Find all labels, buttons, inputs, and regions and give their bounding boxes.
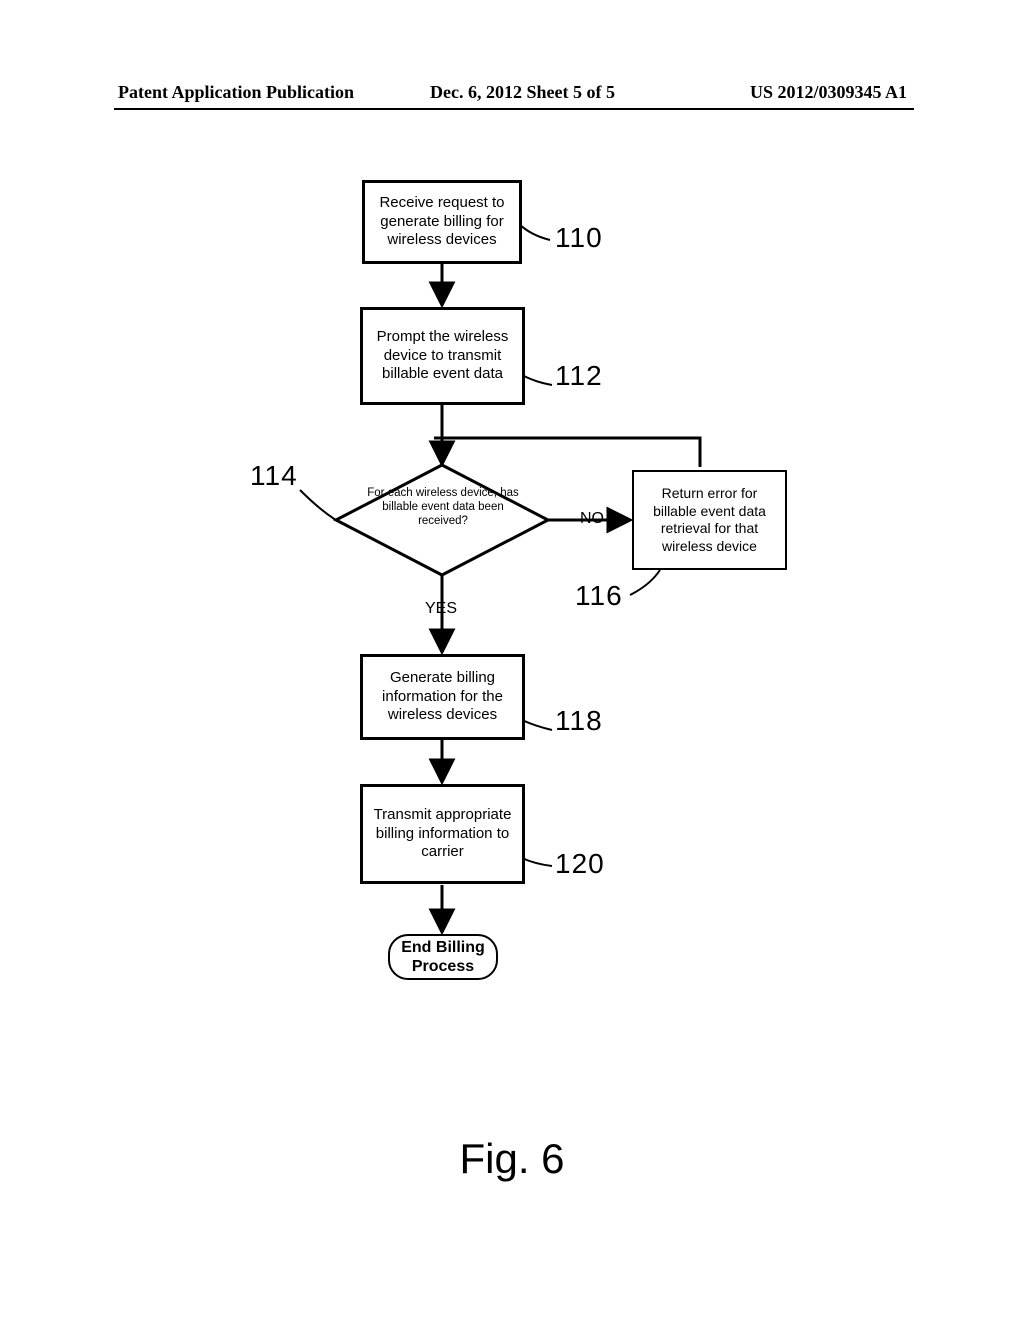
- decision-text: For each wireless device, has billable e…: [358, 487, 528, 528]
- ref-116: 116: [575, 580, 623, 612]
- header-right: US 2012/0309345 A1: [750, 82, 907, 103]
- step-text: Prompt the wireless device to transmit b…: [369, 328, 516, 384]
- step-generate-billing: Generate billing information for the wir…: [360, 654, 525, 740]
- step-return-error: Return error for billable event data ret…: [632, 470, 787, 570]
- figure-caption: Fig. 6: [0, 1135, 1024, 1183]
- step-transmit-carrier: Transmit appropriate billing information…: [360, 784, 525, 884]
- ref-110: 110: [555, 222, 603, 254]
- page: Patent Application Publication Dec. 6, 2…: [0, 0, 1024, 1320]
- step-text: Transmit appropriate billing information…: [369, 806, 516, 862]
- header-rule: [114, 108, 914, 110]
- ref-112: 112: [555, 360, 603, 392]
- ref-118: 118: [555, 705, 603, 737]
- step-text: Return error for billable event data ret…: [640, 485, 779, 555]
- decision-data-received: For each wireless device, has billable e…: [348, 465, 538, 575]
- step-prompt-device: Prompt the wireless device to transmit b…: [360, 307, 525, 405]
- header-center: Dec. 6, 2012 Sheet 5 of 5: [430, 82, 615, 103]
- terminator-end: End Billing Process: [388, 934, 498, 980]
- decision-yes-label: YES: [425, 600, 457, 618]
- step-text: Receive request to generate billing for …: [371, 194, 513, 250]
- header-left: Patent Application Publication: [118, 82, 354, 103]
- step-receive-request: Receive request to generate billing for …: [362, 180, 522, 264]
- terminator-text: End Billing Process: [400, 938, 486, 976]
- step-text: Generate billing information for the wir…: [369, 669, 516, 725]
- ref-120: 120: [555, 848, 605, 880]
- ref-114: 114: [250, 460, 298, 492]
- flowchart: Receive request to generate billing for …: [0, 160, 1024, 1160]
- decision-no-label: NO: [580, 510, 604, 528]
